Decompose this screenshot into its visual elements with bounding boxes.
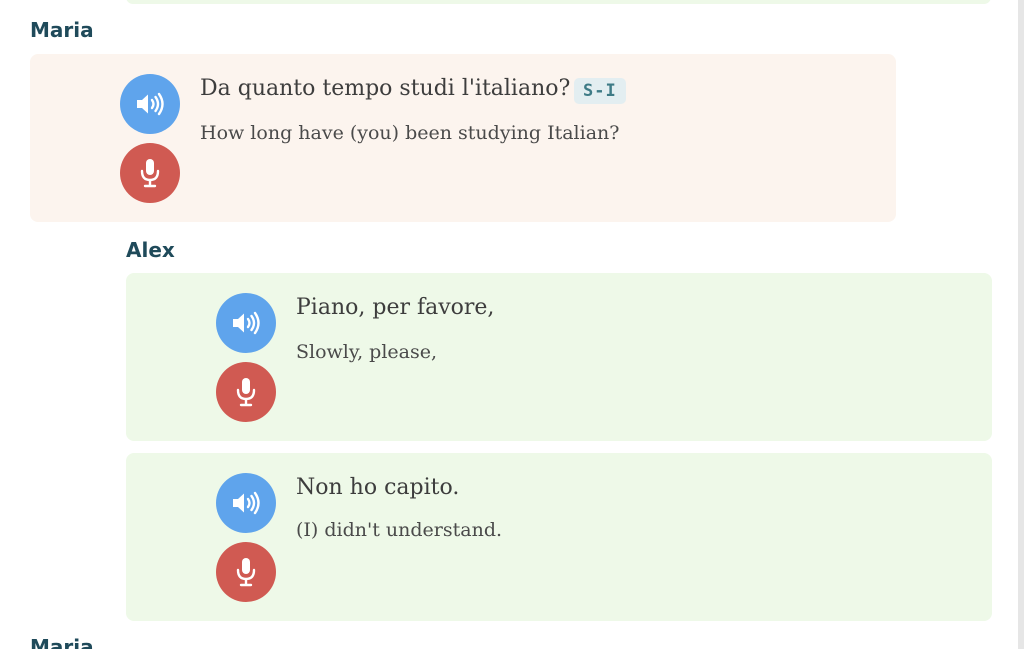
record-button[interactable] (216, 362, 276, 422)
microphone-icon (236, 558, 256, 587)
italian-phrase: Da quanto tempo studi l'italiano? (200, 76, 571, 101)
microphone-icon (236, 378, 256, 407)
previous-dialogue-card (126, 0, 991, 4)
dialogue-card: Piano, per favore, Slowly, please, (126, 273, 992, 441)
speaker-name: Maria (30, 18, 94, 42)
english-translation: How long have (you) been studying Italia… (200, 122, 620, 144)
dialogue-card: Da quanto tempo studi l'italiano? S-I Ho… (30, 54, 896, 222)
speaker-name: Maria (30, 635, 94, 649)
speaker-name: Alex (126, 238, 175, 262)
microphone-icon (140, 159, 160, 188)
italian-phrase: Piano, per favore, (296, 295, 495, 320)
english-translation: Slowly, please, (296, 341, 438, 363)
record-button[interactable] (120, 143, 180, 203)
speaker-icon (233, 311, 260, 335)
italian-phrase: Non ho capito. (296, 475, 460, 500)
speaker-icon (137, 92, 164, 116)
play-audio-button[interactable] (120, 74, 180, 134)
conversation-page: Maria Da quanto tempo studi l'italiano? … (0, 0, 1024, 649)
record-button[interactable] (216, 542, 276, 602)
speaker-icon (233, 491, 260, 515)
play-audio-button[interactable] (216, 293, 276, 353)
dialogue-card: Non ho capito. (I) didn't understand. (126, 453, 992, 621)
grammar-tag[interactable]: S-I (574, 78, 626, 104)
play-audio-button[interactable] (216, 473, 276, 533)
english-translation: (I) didn't understand. (296, 519, 503, 541)
scrollbar[interactable] (1018, 0, 1024, 649)
